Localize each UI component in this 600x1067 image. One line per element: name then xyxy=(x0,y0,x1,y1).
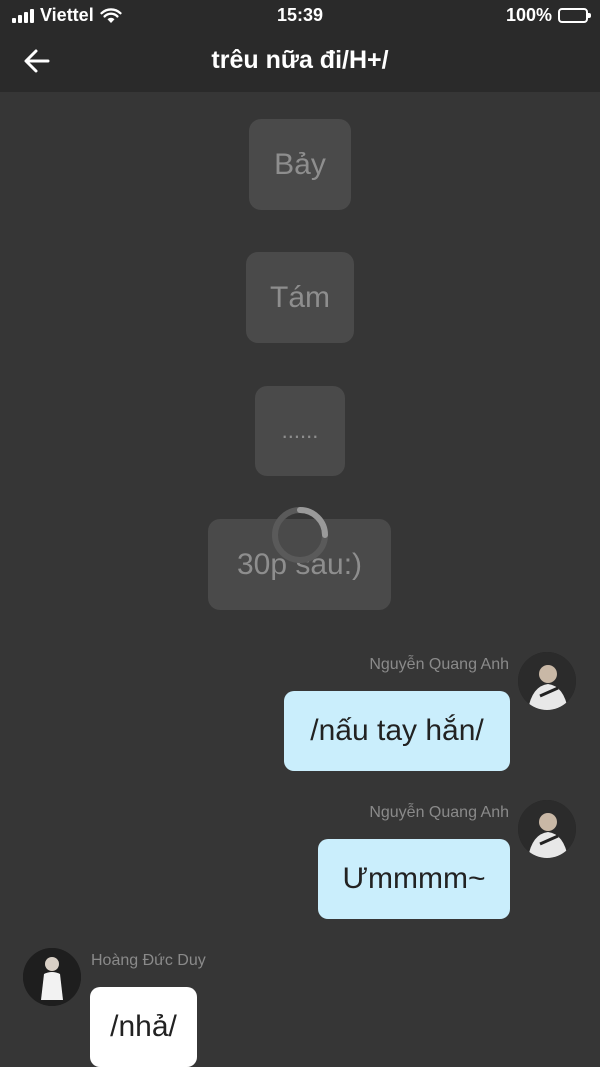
sender-name: Nguyễn Quang Anh xyxy=(369,804,509,821)
avatar-photo xyxy=(23,948,81,1006)
message-bubble[interactable]: /nhả/ xyxy=(90,987,197,1067)
avatar[interactable] xyxy=(518,800,576,858)
avatar-photo xyxy=(518,652,576,710)
battery-icon xyxy=(558,8,591,23)
message-bubble[interactable]: /nấu tay hắn/ xyxy=(284,691,510,771)
status-right: 100% xyxy=(505,5,591,26)
avatar[interactable] xyxy=(518,652,576,710)
sender-name: Hoàng Đức Duy xyxy=(91,952,206,969)
battery-percent: 100% xyxy=(505,5,552,25)
message-bubble[interactable]: Ưmmmm~ xyxy=(318,839,510,919)
center-message: Bảy xyxy=(249,119,351,210)
loading-spinner-icon xyxy=(272,507,328,563)
sender-name: Nguyễn Quang Anh xyxy=(369,656,509,673)
chat-title: trêu nữa đi/H+/ xyxy=(211,46,389,74)
center-message: ...... xyxy=(255,386,345,476)
avatar-photo xyxy=(518,800,576,858)
avatar[interactable] xyxy=(23,948,81,1006)
center-message: Tám xyxy=(246,252,354,343)
status-bar: Viettel 15:39 100% xyxy=(0,0,600,32)
